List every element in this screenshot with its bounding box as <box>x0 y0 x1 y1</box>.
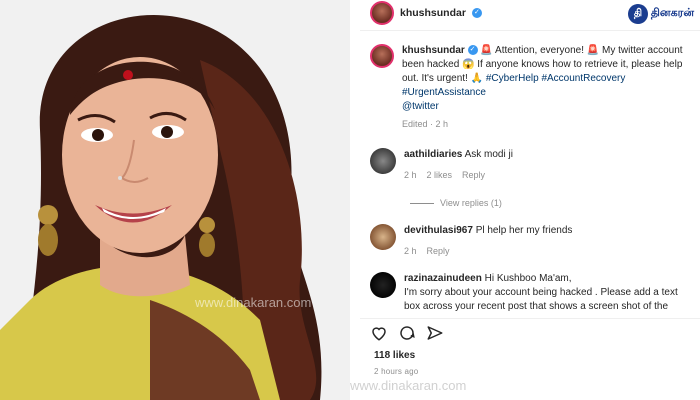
comment-avatar[interactable] <box>370 148 396 174</box>
comment-item: devithulasi967 Pl help her my friends 2 … <box>370 224 700 258</box>
comment-time: 2 h <box>404 170 417 180</box>
comment-avatar[interactable] <box>370 224 396 250</box>
brand-logo-name: தினகரன் <box>650 7 694 19</box>
header-divider <box>360 30 700 31</box>
comment-time: 2 h <box>404 246 417 256</box>
comment-username[interactable]: aathildiaries <box>404 149 462 160</box>
post-username[interactable]: khushsundar <box>400 7 466 19</box>
comment-item: aathildiaries Ask modi ji 2 h 2 likes Re… <box>370 148 700 182</box>
comment-item: razinazainudeen Hi Kushboo Ma'am, I'm so… <box>370 272 700 314</box>
likes-count[interactable]: 118 likes <box>374 350 415 361</box>
caption-mention[interactable]: @twitter <box>402 100 683 114</box>
watermark-text: www.dinakaran.com <box>350 378 467 393</box>
brand-logo-mark: தி <box>627 4 648 24</box>
caption-username[interactable]: khushsundar <box>402 45 465 56</box>
view-replies-button[interactable]: View replies (1) <box>410 198 502 208</box>
comment-icon[interactable] <box>398 324 416 342</box>
caption-line-1: 🚨 Attention, everyone! 🚨 My twitter acco… <box>480 45 683 56</box>
action-bar <box>360 318 700 346</box>
reply-button[interactable]: Reply <box>462 168 485 182</box>
reply-button[interactable]: Reply <box>427 244 450 258</box>
share-icon[interactable] <box>426 324 444 342</box>
verified-icon: ✓ <box>467 45 478 56</box>
post-header: khushsundar ✓ <box>370 0 482 26</box>
comment-likes[interactable]: 2 likes <box>427 168 453 182</box>
portrait-image <box>0 0 350 400</box>
caption-avatar[interactable] <box>370 44 394 68</box>
instagram-post-panel: khushsundar ✓ தி தினகரன் khushsundar ✓ 🚨… <box>350 0 700 400</box>
comment-text-line-2: I'm sorry about your account being hacke… <box>404 287 678 298</box>
caption-meta: Edited · 2 h <box>402 119 449 129</box>
comment-text: Hi Kushboo Ma'am, <box>484 273 572 284</box>
avatar[interactable] <box>370 1 394 25</box>
comment-text-line-3: box across your recent post that shows a… <box>404 301 669 312</box>
brand-logo: தி தினகரன் <box>627 4 694 24</box>
post-time: 2 hours ago <box>374 367 419 376</box>
post-caption: khushsundar ✓ 🚨 Attention, everyone! 🚨 M… <box>370 44 700 131</box>
view-replies-label[interactable]: View replies (1) <box>440 198 502 208</box>
caption-hashtag-2[interactable]: #UrgentAssistance <box>402 86 683 100</box>
photo-panel: www.dinakaran.com <box>0 0 350 400</box>
comment-username[interactable]: devithulasi967 <box>404 225 473 236</box>
heart-icon[interactable] <box>370 324 388 342</box>
comment-text: Ask modi ji <box>464 149 513 160</box>
caption-line-3: out. It's urgent! 🙏 <box>402 73 484 84</box>
replies-line <box>410 202 434 204</box>
caption-line-2: been hacked 😱 If anyone knows how to ret… <box>402 59 683 70</box>
caption-hashtags[interactable]: #CyberHelp #AccountRecovery <box>486 73 626 84</box>
comment-username[interactable]: razinazainudeen <box>404 273 482 284</box>
verified-icon: ✓ <box>471 8 482 18</box>
comment-text: Pl help her my friends <box>475 225 573 236</box>
comment-avatar[interactable] <box>370 272 396 298</box>
